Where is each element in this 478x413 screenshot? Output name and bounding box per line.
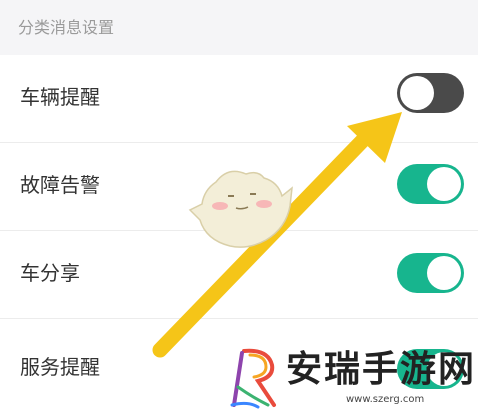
watermark: 安瑞手游网 www.szerg.com [228, 345, 478, 413]
toggle-knob [427, 167, 461, 201]
setting-label-vehicle-reminder: 车辆提醒 [20, 85, 100, 109]
setting-row-vehicle-reminder: 车辆提醒 [0, 55, 478, 143]
watermark-text: 安瑞手游网 [286, 348, 477, 390]
watermark-url: www.szerg.com [346, 394, 425, 405]
section-header: 分类消息设置 [0, 0, 478, 55]
mascot-character-icon [188, 170, 293, 248]
toggle-car-share[interactable] [397, 253, 464, 293]
toggle-fault-alarm[interactable] [397, 164, 464, 204]
setting-label-fault-alarm: 故障告警 [20, 173, 100, 197]
toggle-knob [400, 76, 434, 110]
toggle-knob [427, 256, 461, 290]
setting-label-car-share: 车分享 [20, 261, 80, 285]
setting-label-service-reminder: 服务提醒 [20, 355, 100, 379]
section-title: 分类消息设置 [18, 18, 115, 37]
watermark-logo-icon [230, 348, 276, 409]
toggle-vehicle-reminder[interactable] [397, 73, 464, 113]
